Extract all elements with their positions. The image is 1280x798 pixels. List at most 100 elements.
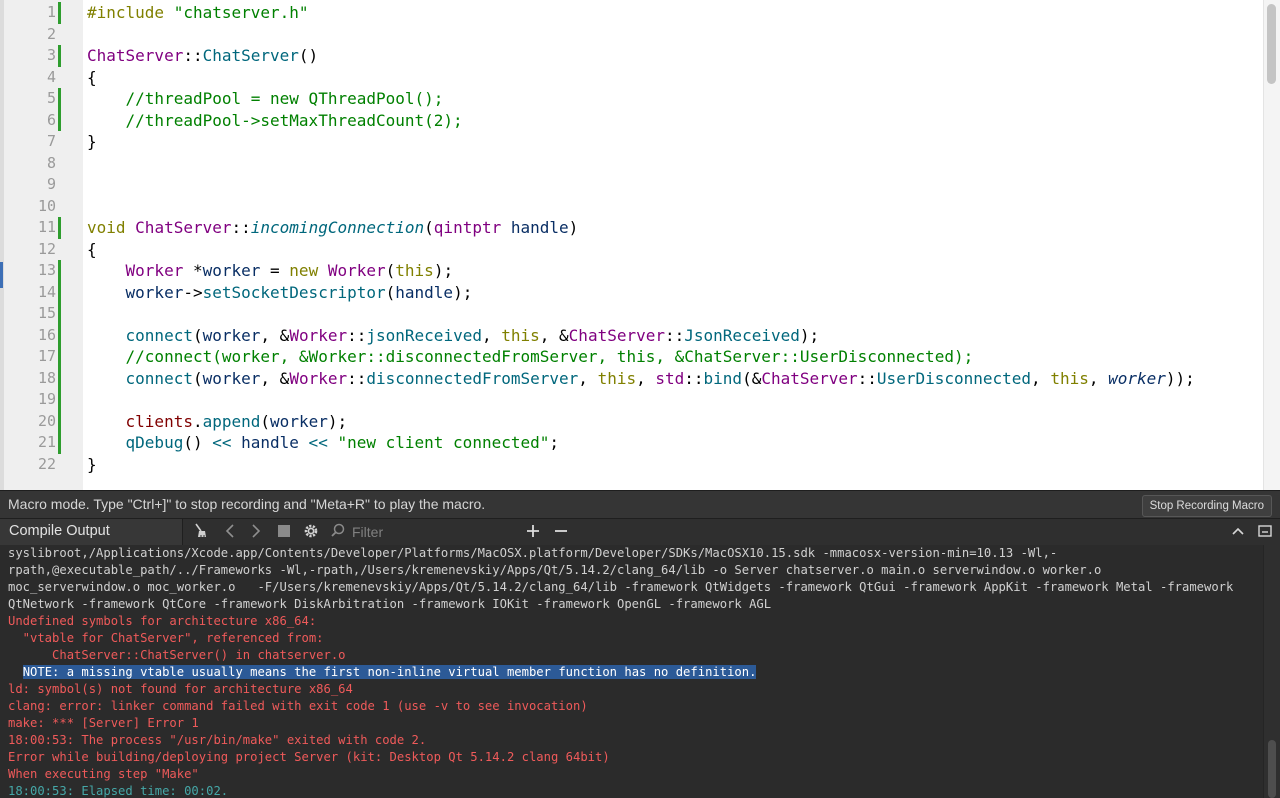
macro-message: Macro mode. Type "Ctrl+]" to stop record… [8,496,486,512]
keyword: this [597,368,637,388]
error-line: 18:00:53: The process "/usr/bin/make" ex… [8,733,427,747]
output-line: rpath,@executable_path/../Frameworks -Wl… [8,563,1102,577]
minimize-icon[interactable] [550,522,572,542]
code-line-21: qDebug() << handle << "new client connec… [87,432,559,454]
paren: ( [260,411,271,431]
line-number: 14 [37,282,56,301]
class-name: Worker [289,325,348,345]
argument: worker [270,411,328,431]
function-call: connect [125,368,193,388]
class-name: ChatServer [568,325,665,345]
line-number: 3 [46,46,56,64]
include-path: "chatserver.h" [173,3,309,22]
output-line: moc_serverwindow.o moc_worker.o -F/Users… [8,580,1234,594]
filter-input[interactable] [352,522,512,542]
paren: ( [424,218,434,237]
function-name: incomingConnection [250,218,425,237]
slot-name: JsonReceived [684,325,800,345]
compile-output-text[interactable]: syslibroot,/Applications/Xcode.app/Conte… [0,545,1264,798]
scope-operator: :: [684,368,704,388]
output-pane-title: Compile Output [9,523,110,539]
next-icon[interactable] [246,522,266,542]
punct: ( [192,325,203,345]
class-name: ChatServer [761,368,858,388]
stop-icon[interactable] [274,522,294,542]
line-number: 18 [37,368,56,387]
stop-recording-macro-button[interactable]: Stop Recording Macro [1141,495,1272,517]
change-marker [58,2,61,24]
punct: , & [539,325,569,345]
scope-operator: :: [857,368,877,388]
code-line-13: Worker *worker = new Worker(this); [87,260,454,282]
scope-operator: :: [183,46,203,65]
macro-status-bar: Macro mode. Type "Ctrl+]" to stop record… [0,490,1280,519]
output-scrollbar[interactable] [1263,545,1280,798]
code-line-14: worker->setSocketDescriptor(handle); [87,282,473,304]
line-number: 9 [46,175,56,193]
settings-icon[interactable] [300,522,322,542]
line-number: 6 [46,110,56,129]
code-line-12: { [87,239,97,261]
error-line: NOTE: a missing vtable usually means the… [8,664,757,681]
preprocessor-directive: #include [87,3,165,22]
scope-operator: :: [231,218,251,237]
constructor-name: ChatServer [202,46,299,65]
type-name: Worker [125,261,184,280]
slot-name: UserDisconnected [876,368,1032,388]
argument: handle [395,282,454,302]
output-line: syslibroot,/Applications/Xcode.app/Conte… [8,546,1058,560]
code-line-20: clients.append(worker); [87,411,348,433]
error-line: Undefined symbols for architecture x86_6… [8,614,317,628]
scope-operator: :: [347,368,367,388]
error-line: ld: symbol(s) not found for architecture… [8,682,353,696]
argument: handle [241,433,299,452]
operator: << [298,433,338,452]
semicolon: ; [549,433,560,452]
code-line-7: } [87,131,97,153]
open-brace: { [87,239,97,259]
line-number: 13 [37,261,56,279]
collapse-icon[interactable] [1228,522,1248,542]
code-line-6: //threadPool->setMaxThreadCount(2); [87,110,463,132]
line-number: 5 [46,89,56,107]
function-call: connect [125,325,193,345]
change-marker [58,217,61,239]
clean-icon[interactable] [190,522,212,542]
line-number: 4 [46,67,56,86]
parens: () [298,46,319,65]
previous-icon[interactable] [220,522,240,542]
selected-text[interactable]: NOTE: a missing vtable usually means the… [22,665,757,679]
editor-scroll-thumb[interactable] [1267,4,1276,84]
output-scroll-thumb[interactable] [1268,740,1276,798]
line-number: 11 [37,218,56,236]
punct: , [1031,368,1051,388]
assign: = [260,261,290,280]
punct: )); [1165,368,1195,388]
line-number: 19 [37,390,56,408]
code-line-11: void ChatServer::incomingConnection(qint… [87,217,578,239]
paren: ); [433,261,454,280]
punct: , & [260,368,290,388]
editor-scrollbar[interactable] [1263,0,1280,490]
variable: worker [125,282,184,302]
keyword: this [1050,368,1089,388]
add-icon[interactable] [522,522,544,542]
arrow-operator: -> [183,282,203,302]
punct: , [578,368,598,388]
punct: ); [799,325,820,345]
open-brace: { [87,67,97,87]
line-number: 17 [37,347,56,365]
output-pane-selector[interactable]: Compile Output [0,519,183,545]
line-number: 8 [46,153,56,172]
maximize-icon[interactable] [1255,522,1275,542]
variable: worker [1108,368,1166,388]
namespace: std [655,368,685,388]
paren: ( [385,282,396,302]
code-editor[interactable]: 1 2 3 4 5 6 7 8 9 10 11 12 13 14 15 16 1… [0,0,1280,490]
dot: . [192,411,203,431]
keyword: this [395,261,434,280]
filter-box[interactable] [324,521,520,543]
constructor-call: Worker [327,261,386,280]
